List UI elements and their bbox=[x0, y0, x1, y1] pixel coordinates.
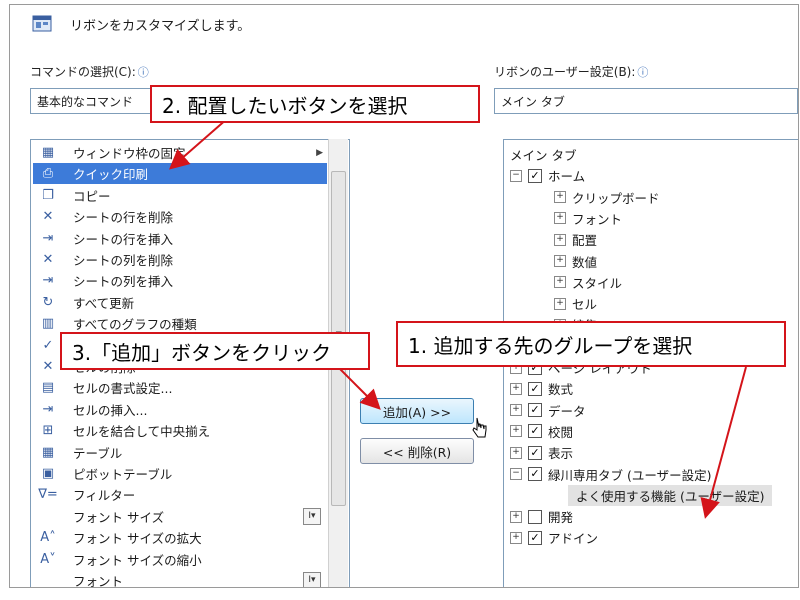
callout-step2: 2. 配置したいボタンを選択 bbox=[150, 85, 480, 123]
mouse-cursor-icon bbox=[472, 417, 487, 438]
callout-step3: 3.「追加」ボタンをクリック bbox=[60, 332, 370, 370]
callout-step1-text: 1. 追加する先のグループを選択 bbox=[408, 333, 693, 358]
ribbon-customize-dialog: リボンをカスタマイズします。 コマンドの選択(C): ⓘ 基本的なコマンド リボン… bbox=[9, 4, 799, 588]
callout-step1: 1. 追加する先のグループを選択 bbox=[396, 321, 786, 367]
callout-step3-text: 3.「追加」ボタンをクリック bbox=[72, 340, 332, 365]
arrow-step1 bbox=[700, 366, 747, 519]
callout-step2-text: 2. 配置したいボタンを選択 bbox=[162, 93, 408, 118]
arrow-step2 bbox=[168, 117, 229, 170]
